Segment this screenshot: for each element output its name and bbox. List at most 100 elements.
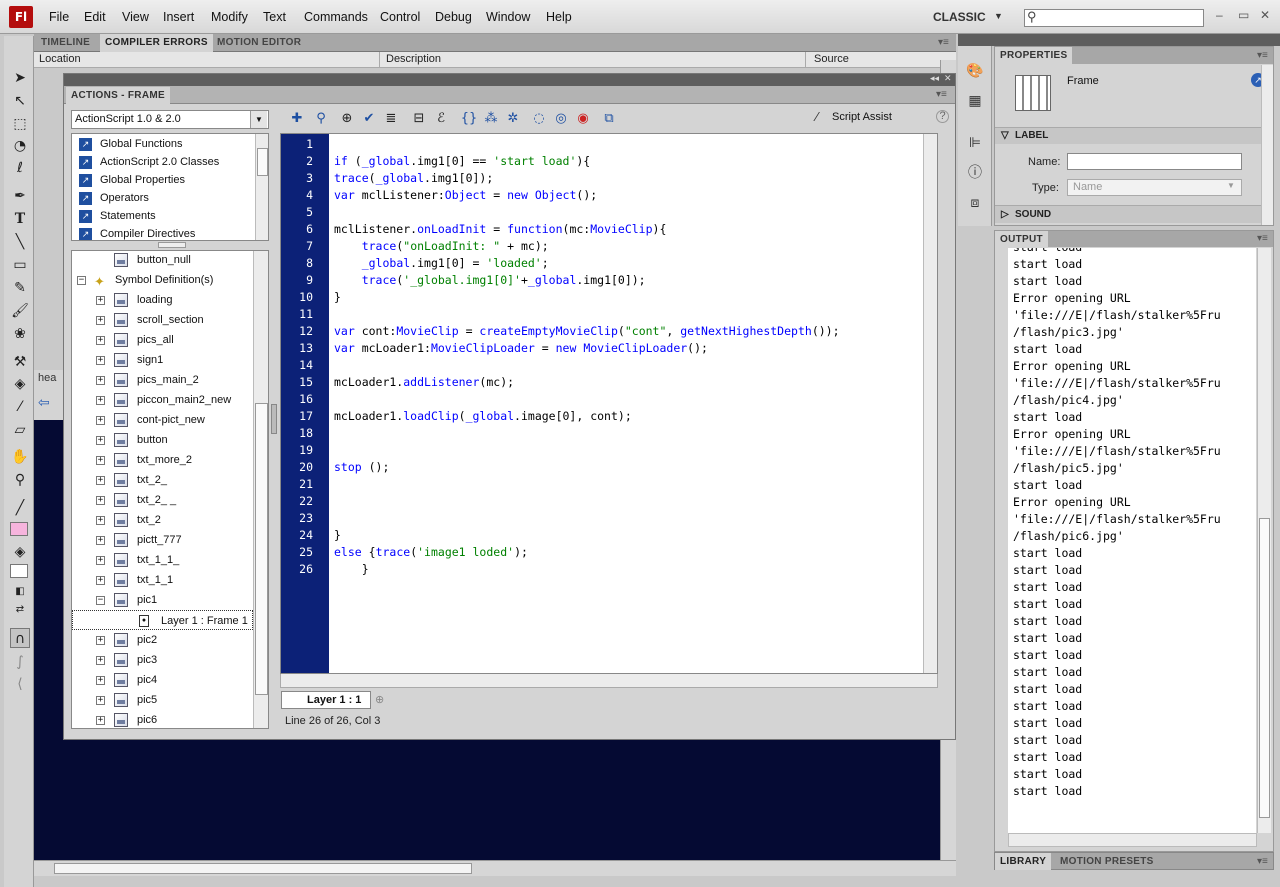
subselection-tool-icon[interactable]: ↖ [10, 91, 30, 111]
tree-expander[interactable]: + [96, 516, 105, 525]
code-line[interactable]: if (_global.img1[0] == 'start load'){ [334, 154, 590, 168]
tree-item[interactable]: + pics_all [72, 330, 253, 350]
pen-tool-icon[interactable]: ✒ [10, 186, 30, 206]
code-line[interactable]: } [334, 290, 341, 304]
script-layer-tab[interactable]: Layer 1 : 1 [281, 691, 371, 709]
tab-library[interactable]: LIBRARY [995, 853, 1052, 870]
show-hide-toolbox-icon[interactable]: ⧉ [600, 110, 618, 128]
align-icon[interactable]: ⊫ [966, 134, 984, 152]
column-location[interactable]: Location [39, 53, 81, 65]
tree-item[interactable]: − pic1 [72, 590, 253, 610]
black-white-icon[interactable]: ◧ [10, 582, 30, 602]
tree-expander[interactable]: + [96, 716, 105, 725]
tree-item[interactable]: ● Layer 1 : Frame 1 [72, 610, 253, 630]
tree-expander[interactable]: + [96, 556, 105, 565]
sound-section-header[interactable]: SOUND [1015, 209, 1051, 220]
tree-item[interactable]: + pictt_777 [72, 530, 253, 550]
snap-magnet-icon[interactable]: ∩ [10, 628, 30, 648]
column-source[interactable]: Source [814, 53, 849, 65]
pencil-icon[interactable]: ✎ [10, 278, 30, 298]
close-icon[interactable]: ✕ [1260, 8, 1270, 22]
line-tool-icon[interactable]: ╲ [10, 232, 30, 252]
output-vertical-scrollbar[interactable] [1257, 248, 1271, 833]
tab-motion-editor[interactable]: MOTION EDITOR [212, 34, 306, 52]
script-assist-button[interactable]: Script Assist [832, 111, 892, 123]
brush-icon[interactable]: 🖌 [10, 301, 30, 321]
stage-horizontal-scrollbar[interactable] [34, 860, 956, 876]
tree-item[interactable]: + pic6 [72, 710, 253, 728]
tree-expander[interactable]: + [96, 436, 105, 445]
menu-window[interactable]: Window [486, 10, 530, 24]
tree-expander[interactable]: + [96, 336, 105, 345]
close-panel-icon[interactable]: ✕ [944, 73, 952, 84]
straighten-icon[interactable]: ⟨ [10, 674, 30, 694]
tree-expander[interactable]: + [96, 536, 105, 545]
tree-item[interactable]: + txt_2 [72, 510, 253, 530]
stage-scroll-thumb[interactable] [54, 863, 472, 874]
code-line[interactable]: var mclListener:Object = new Object(); [334, 188, 597, 202]
tree-expander[interactable]: + [96, 296, 105, 305]
expand-sound-icon[interactable]: ▷ [1001, 209, 1009, 220]
debug-options-icon[interactable]: ℰ [432, 110, 450, 128]
code-line[interactable]: mcLoader1.addListener(mc); [334, 375, 514, 389]
tree-expander[interactable]: + [96, 316, 105, 325]
tab-actions-frame[interactable]: ACTIONS - FRAME [66, 87, 170, 104]
collapse-between-braces-icon[interactable]: {} [460, 110, 478, 128]
eraser-icon[interactable]: ▱ [10, 420, 30, 440]
tree-item[interactable]: + pic4 [72, 670, 253, 690]
lasso-icon[interactable]: ℓ [10, 158, 30, 178]
category-item[interactable]: ↗ Global Properties [74, 171, 185, 189]
column-description[interactable]: Description [386, 53, 441, 65]
tree-item[interactable]: + txt_1_1 [72, 570, 253, 590]
chevron-down-icon[interactable]: ▼ [1227, 181, 1235, 190]
code-line[interactable]: } [334, 528, 341, 542]
tree-expander[interactable]: + [96, 696, 105, 705]
pin-script-icon[interactable]: ⊕ [375, 693, 384, 706]
pane-collapse-handle[interactable] [271, 404, 277, 434]
workspace-switcher[interactable]: CLASSIC [933, 10, 986, 24]
tree-expander[interactable]: + [96, 476, 105, 485]
info-icon[interactable]: ⓘ [966, 164, 984, 182]
tree-item[interactable]: − ✦ Symbol Definition(s) [72, 270, 253, 290]
chevron-down-icon[interactable]: ▼ [994, 11, 1003, 21]
find-icon[interactable]: ⚲ [312, 110, 330, 128]
menu-text[interactable]: Text [263, 10, 286, 24]
editor-horizontal-scrollbar[interactable] [280, 674, 938, 688]
menu-help[interactable]: Help [546, 10, 572, 24]
code-line[interactable]: mclListener.onLoadInit = function(mc:Mov… [334, 222, 666, 236]
paint-bucket-icon[interactable]: ◈ [10, 374, 30, 394]
tree-item[interactable]: + txt_more_2 [72, 450, 253, 470]
code-line[interactable]: mcLoader1.loadClip(_global.image[0], con… [334, 409, 632, 423]
tree-item[interactable]: + piccon_main2_new [72, 390, 253, 410]
free-transform-icon[interactable]: ⬚ [10, 114, 30, 134]
splitter-handle[interactable] [158, 242, 186, 248]
tree-item[interactable]: + pic3 [72, 650, 253, 670]
bone-tool-icon[interactable]: ⚒ [10, 352, 30, 372]
back-arrow-icon[interactable]: ⇦ [38, 394, 50, 411]
tree-item[interactable]: button_null [72, 251, 253, 270]
zoom-tool-icon[interactable]: ⚲ [10, 470, 30, 490]
check-syntax-icon[interactable]: ✔ [360, 110, 378, 128]
actionscript-version-select[interactable]: ActionScript 1.0 & 2.0 [71, 110, 269, 129]
code-line[interactable]: stop (); [334, 460, 389, 474]
code-line[interactable]: var mcLoader1:MovieClipLoader = new Movi… [334, 341, 708, 355]
tree-expander[interactable]: + [96, 396, 105, 405]
label-section-header[interactable]: LABEL [1015, 130, 1048, 141]
tree-scrollbar[interactable] [253, 251, 268, 728]
stroke-color-icon[interactable]: ╱ [10, 498, 30, 518]
tab-properties[interactable]: PROPERTIES [995, 47, 1073, 64]
remove-comment-icon[interactable]: ◉ [574, 110, 592, 128]
swap-colors-icon[interactable]: ⇄ [10, 600, 30, 620]
tree-expander[interactable]: + [96, 576, 105, 585]
menu-modify[interactable]: Modify [211, 10, 248, 24]
apply-line-comment-icon[interactable]: ◎ [552, 110, 570, 128]
actions-title-bar[interactable]: ◂◂ ✕ [64, 73, 955, 86]
add-item-icon[interactable]: ✚ [288, 110, 306, 128]
maximize-icon[interactable]: ▭ [1238, 8, 1249, 22]
menu-insert[interactable]: Insert [163, 10, 194, 24]
tree-expander[interactable]: + [96, 416, 105, 425]
code-line[interactable]: trace(_global.img1[0]); [334, 171, 493, 185]
deco-tool-icon[interactable]: ❀ [10, 324, 30, 344]
help-icon[interactable]: ? [936, 110, 949, 123]
menu-edit[interactable]: Edit [84, 10, 106, 24]
